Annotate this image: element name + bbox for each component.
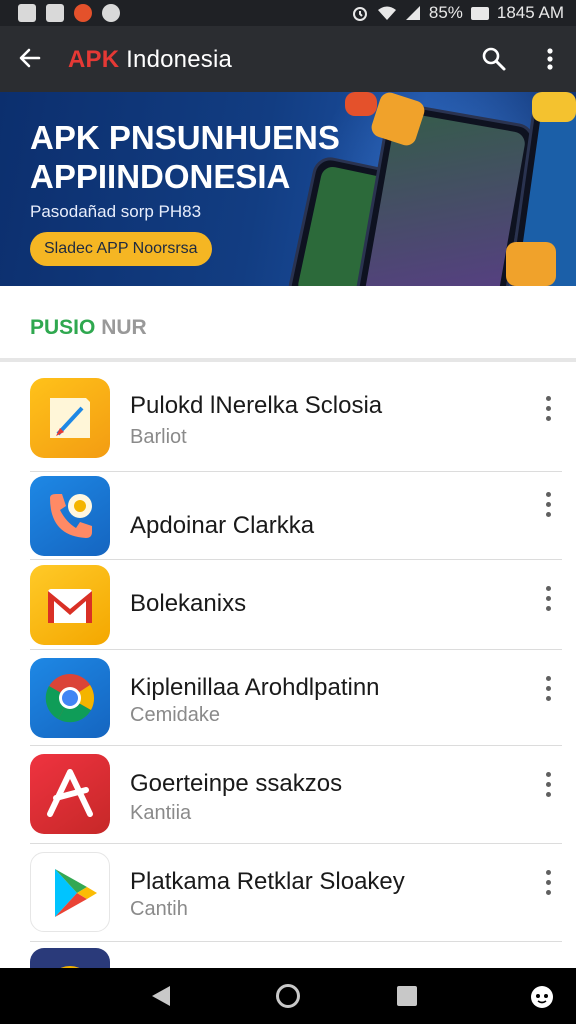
list-item[interactable]: Goerteinpe ssakzos Kantiia [0, 746, 576, 844]
nav-back-icon[interactable] [150, 984, 172, 1008]
floating-app-tile [532, 92, 576, 122]
play-store-icon [30, 852, 110, 932]
search-icon [482, 47, 506, 71]
row-more-button[interactable] [536, 586, 560, 611]
app-subtitle: Cemidake [130, 704, 221, 726]
gallery-icon [18, 4, 36, 22]
nav-home-icon[interactable] [276, 984, 300, 1008]
section-header: PUSIO NUR [0, 286, 576, 360]
more-vert-icon [547, 48, 553, 70]
section-title-green: PUSIO [30, 316, 96, 339]
row-more-button[interactable] [536, 772, 560, 797]
app-name: Kiplenillaa Arohdlpatinn [130, 674, 380, 701]
banner-headline-line1: APK PNSUNHUENS [30, 119, 340, 156]
status-indicators: 85% 1845 AM [351, 3, 564, 23]
chrome-icon [30, 658, 110, 738]
row-more-button[interactable] [536, 870, 560, 895]
title-rest: Indonesia [119, 46, 233, 73]
section-title-gray: NUR [95, 316, 147, 339]
app-name: Platkama Retklar Sloakey [130, 868, 405, 895]
alarm-icon [352, 7, 367, 21]
list-item[interactable]: Pulokd lNerelka Sclosia Barliot [0, 366, 576, 472]
app-subtitle: Cantih [130, 898, 188, 920]
red-app-icon [30, 754, 110, 834]
red-notification-icon [74, 4, 92, 22]
list-item[interactable]: Bolekanixs [0, 560, 576, 650]
promo-banner[interactable]: APK PNSUNHUENS APPIINDONESIA Pasodañad s… [0, 92, 576, 286]
app-icon-partial [30, 948, 110, 968]
app-name: Pulokd lNerelka Sclosia [130, 392, 383, 419]
gmail-icon [30, 565, 110, 645]
app-name: Goerteinpe ssakzos [130, 770, 343, 797]
status-notifications [18, 4, 120, 22]
battery-icon [470, 6, 489, 20]
system-nav-bar [0, 968, 576, 1024]
section-title: PUSIO NUR [30, 316, 147, 340]
status-bar: 85% 1845 AM [0, 0, 576, 26]
pencil-app-icon [30, 378, 110, 458]
wifi-icon [377, 6, 396, 20]
floating-app-tile [345, 92, 377, 116]
signal-icon [405, 6, 420, 20]
list-item[interactable]: Kiplenillaa Arohdlpatinn Cemidake [0, 650, 576, 746]
banner-headline-line2: APPIINDONESIA [30, 158, 291, 195]
app-name: Bolekanixs [130, 590, 247, 617]
list-item[interactable]: Apdoinar Clarkka [0, 472, 576, 560]
overflow-menu-button[interactable] [532, 41, 568, 77]
row-more-button[interactable] [536, 396, 560, 421]
list-item[interactable] [0, 942, 576, 968]
app-subtitle: Kantiia [130, 802, 192, 824]
chat-icon [102, 4, 120, 22]
app-subtitle: Barliot [130, 426, 187, 448]
nav-recents-icon[interactable] [397, 986, 417, 1006]
search-button[interactable] [476, 41, 512, 77]
banner-subtitle: Pasodañad sorp PH83 [30, 202, 202, 221]
assistant-icon[interactable] [528, 982, 556, 1010]
back-button[interactable] [12, 40, 48, 76]
status-time: 1845 AM [496, 3, 564, 22]
row-more-button[interactable] [536, 676, 560, 701]
app-bar: APK Indonesia [0, 26, 576, 92]
app-name: Apdoinar Clarkka [130, 512, 315, 539]
battery-percent: 85% [428, 3, 463, 22]
section-divider [0, 358, 576, 362]
arrow-left-icon [19, 48, 41, 68]
title-accent: APK [68, 46, 120, 73]
app-notification-icon [46, 4, 64, 22]
list-item[interactable]: Platkama Retklar Sloakey Cantih [0, 844, 576, 942]
floating-app-tile [506, 242, 556, 286]
banner-cta-button[interactable]: Sladec APP Noorsrsa [30, 232, 212, 266]
banner-headline: APK PNSUNHUENS APPIINDONESIA [30, 118, 350, 196]
phone-app-icon [30, 476, 110, 556]
row-more-button[interactable] [536, 492, 560, 517]
page-title: APK Indonesia [68, 46, 232, 74]
